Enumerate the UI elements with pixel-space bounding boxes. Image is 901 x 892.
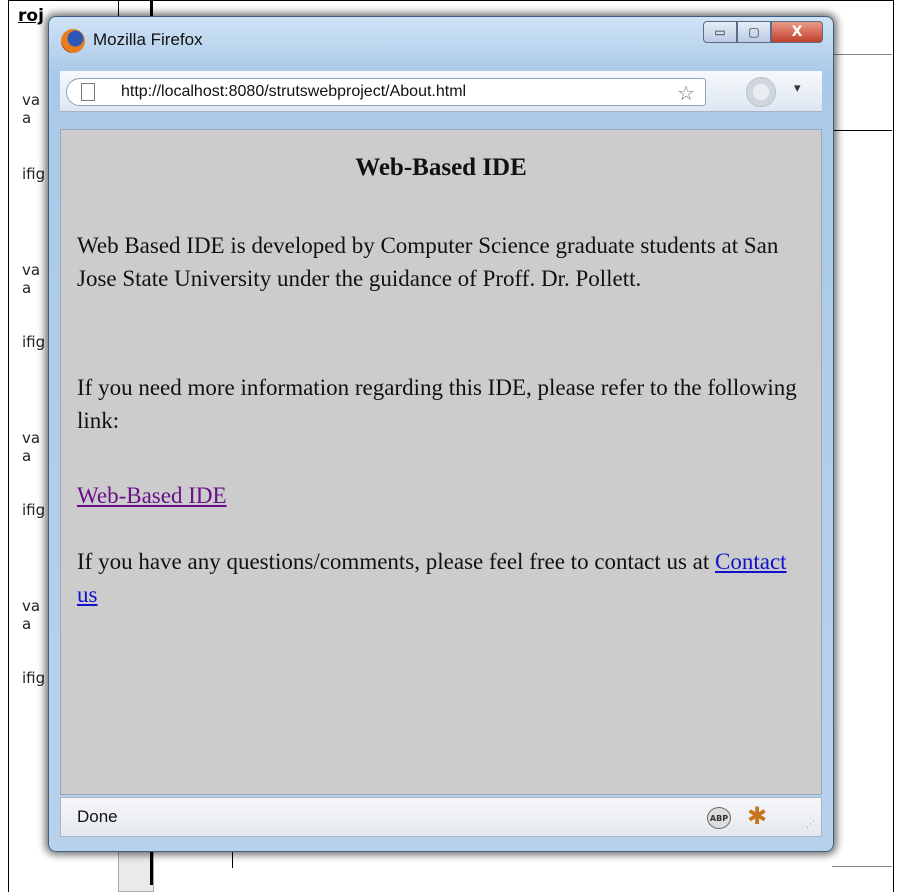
window-controls: ▭ ▢ X bbox=[703, 21, 823, 45]
bg-divider bbox=[150, 0, 153, 16]
resize-grip-icon[interactable]: ⋰ bbox=[806, 820, 815, 830]
close-button[interactable]: X bbox=[771, 21, 823, 43]
bg-line bbox=[832, 54, 892, 55]
bg-fragment: ifig bbox=[22, 669, 46, 687]
title-bar[interactable]: Mozilla Firefox ▭ ▢ X bbox=[49, 17, 833, 67]
adblock-icon[interactable]: ABP bbox=[707, 807, 731, 829]
bg-divider bbox=[232, 850, 233, 868]
bg-fragment: a bbox=[22, 447, 32, 465]
bg-fragment: a bbox=[22, 279, 32, 297]
bg-line bbox=[832, 866, 892, 867]
bg-fragment: va bbox=[22, 597, 41, 615]
maximize-icon: ▢ bbox=[748, 25, 760, 39]
bg-border-right bbox=[893, 0, 894, 892]
chevron-down-icon[interactable]: ▾ bbox=[794, 81, 801, 96]
url-text[interactable]: http://localhost:8080/strutswebproject/A… bbox=[121, 83, 466, 101]
status-bar: Done ABP ✱ ⋰ bbox=[60, 797, 822, 837]
bg-fragment: va bbox=[22, 261, 41, 279]
bg-panel bbox=[118, 850, 154, 892]
adblock-label: ABP bbox=[709, 813, 729, 823]
page-content: Web-Based IDE Web Based IDE is developed… bbox=[60, 129, 822, 795]
web-based-ide-link[interactable]: Web-Based IDE bbox=[77, 483, 227, 508]
status-text: Done bbox=[77, 807, 118, 826]
link-paragraph: Web-Based IDE bbox=[77, 479, 807, 512]
bg-fragment: ifig bbox=[22, 333, 46, 351]
close-icon: X bbox=[791, 24, 803, 40]
bg-fragment: va bbox=[22, 429, 41, 447]
page-heading: Web-Based IDE bbox=[355, 154, 527, 181]
bg-line bbox=[832, 130, 892, 131]
star-icon[interactable]: ☆ bbox=[677, 81, 695, 105]
address-bar: http://localhost:8080/strutswebproject/A… bbox=[60, 71, 822, 112]
info-paragraph: If you need more information regarding t… bbox=[77, 375, 797, 433]
window-title: Mozilla Firefox bbox=[93, 30, 203, 49]
bg-fragment: va bbox=[22, 91, 41, 109]
page-icon bbox=[81, 83, 95, 101]
minimize-button[interactable]: ▭ bbox=[703, 21, 737, 43]
url-field[interactable]: http://localhost:8080/strutswebproject/A… bbox=[66, 78, 706, 106]
intro-paragraph: Web Based IDE is developed by Computer S… bbox=[77, 233, 779, 291]
bg-fragment: ifig bbox=[22, 165, 46, 183]
bg-project-title: roj bbox=[18, 6, 44, 26]
bg-border-top bbox=[8, 0, 894, 1]
go-button-icon[interactable] bbox=[746, 77, 776, 107]
firebug-icon[interactable]: ✱ bbox=[747, 802, 767, 830]
bg-fragment: ifig bbox=[22, 501, 46, 519]
minimize-icon: ▭ bbox=[714, 25, 726, 39]
bg-fragment: a bbox=[22, 615, 32, 633]
firefox-logo-icon bbox=[61, 29, 85, 53]
bg-divider bbox=[150, 850, 153, 885]
firefox-window: Mozilla Firefox ▭ ▢ X http://localhost:8… bbox=[48, 16, 834, 852]
maximize-button[interactable]: ▢ bbox=[737, 21, 771, 43]
bg-border-left bbox=[8, 0, 9, 892]
contact-paragraph: If you have any questions/comments, plea… bbox=[77, 545, 807, 611]
bg-fragment: a bbox=[22, 109, 32, 127]
contact-text: If you have any questions/comments, plea… bbox=[77, 549, 716, 574]
